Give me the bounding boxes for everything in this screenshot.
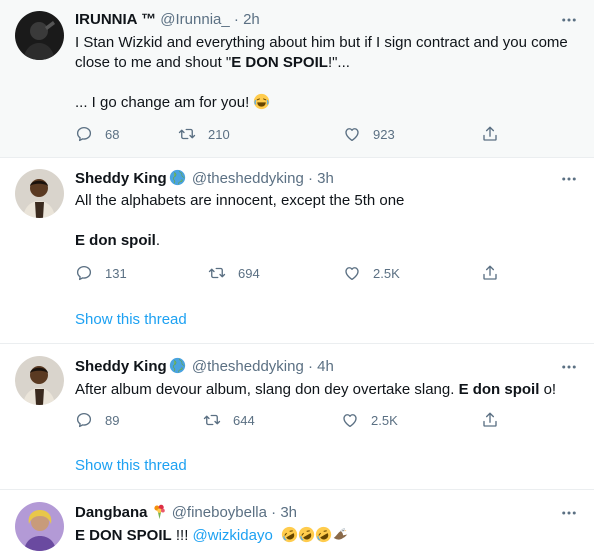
share-button[interactable] [481,124,499,144]
share-icon [481,125,499,143]
retweet-icon [203,411,221,429]
tweet-text-line: E DON SPOIL !!! @wizkidayo [75,526,574,546]
user-handle[interactable]: @fineboybella [172,504,267,521]
more-icon[interactable] [558,10,580,30]
laughing-emoji-icon [253,93,270,110]
avatar[interactable] [15,11,64,60]
retweet-icon [178,125,196,143]
share-button[interactable] [481,263,499,283]
bouquet-emoji-icon [151,503,168,520]
avatar[interactable] [15,502,64,551]
retweet-count: 694 [238,265,260,281]
avatar[interactable] [15,356,64,405]
like-count: 2.5K [373,265,400,281]
like-button[interactable]: 2.5K [343,263,400,283]
like-icon [343,125,361,143]
timestamp[interactable]: 3h [317,170,334,187]
more-icon[interactable] [558,357,580,377]
like-icon [343,264,361,282]
reply-icon [75,125,93,143]
reply-button[interactable]: 68 [75,124,119,144]
tweet-text-line: After album devour album, slang don dey … [75,381,557,398]
tweet-irunnia[interactable]: IRUNNIA ™ @Irunnia_ · 2h I Stan Wizkid a… [0,0,594,158]
tweet-text-line: ... I go change am for you! [75,93,574,113]
globe-icon [169,169,186,186]
rofl-emoji-icon [298,526,315,543]
like-count: 923 [373,126,395,142]
rofl-emoji-icon [281,526,298,543]
like-button[interactable]: 2.5K [341,410,398,430]
share-icon [481,411,499,429]
separator: · [307,170,313,187]
tweet-sheddyking-2[interactable]: Sheddy King @thesheddyking · 4h After al… [0,344,594,490]
rofl-emoji-icon [315,526,332,543]
retweet-button[interactable]: 210 [178,124,230,144]
retweet-button[interactable]: 694 [208,263,260,283]
tweet-header: Sheddy King @thesheddyking · 4h [75,357,554,377]
retweet-count: 644 [233,412,255,428]
tweet-header: Dangbana @fineboybella · 3h [75,503,554,523]
like-button[interactable]: 923 [343,124,395,144]
reply-count: 131 [105,265,127,281]
tweet-text-line: I Stan Wizkid and everything about him b… [75,34,568,51]
reply-icon [75,264,93,282]
tweet-text: E DON SPOIL !!! @wizkidayo [75,526,574,546]
retweet-count: 210 [208,126,230,142]
more-icon[interactable] [558,169,580,189]
show-thread-link[interactable]: Show this thread [75,456,187,476]
share-button[interactable] [481,410,499,430]
user-handle[interactable]: @thesheddyking [192,358,304,375]
display-name[interactable]: Sheddy King [75,358,167,375]
separator: · [233,11,239,28]
display-name[interactable]: IRUNNIA ™ [75,11,156,28]
tweet-text: All the alphabets are innocent, except t… [75,191,574,251]
avatar[interactable] [15,169,64,218]
separator: · [307,358,313,375]
tweet-text: I Stan Wizkid and everything about him b… [75,33,574,113]
tweet-text: After album devour album, slang don dey … [75,380,574,400]
like-icon [341,411,359,429]
show-thread-link[interactable]: Show this thread [75,310,187,330]
reply-count: 68 [105,126,120,142]
reply-button[interactable]: 131 [75,263,127,283]
tweet-text-line: All the alphabets are innocent, except t… [75,192,405,209]
timestamp[interactable]: 3h [280,504,297,521]
user-handle[interactable]: @Irunnia_ [160,11,229,28]
display-name[interactable]: Dangbana [75,504,148,521]
tweet-sheddyking-1[interactable]: Sheddy King @thesheddyking · 3h All the … [0,158,594,344]
tweet-actions: 89 644 2.5K [75,410,515,430]
reply-count: 89 [105,412,120,428]
timestamp[interactable]: 2h [243,11,260,28]
tweet-text-line: E don spoil. [75,232,161,249]
reply-button[interactable]: 89 [75,410,119,430]
user-handle[interactable]: @thesheddyking [192,170,304,187]
tweet-header: Sheddy King @thesheddyking · 3h [75,169,554,189]
more-icon[interactable] [558,503,580,523]
timestamp[interactable]: 4h [317,358,334,375]
tweet-actions: 131 694 2.5K [75,263,515,283]
retweet-icon [208,264,226,282]
tweet-actions: 68 210 923 [75,124,515,144]
like-count: 2.5K [371,412,398,428]
tweet-text-line: close to me and shout "E DON SPOIL!"... [75,54,350,71]
share-icon [481,264,499,282]
tweet-header: IRUNNIA ™ @Irunnia_ · 2h [75,10,554,30]
separator: · [271,504,277,521]
display-name[interactable]: Sheddy King [75,170,167,187]
globe-icon [169,357,186,374]
reply-icon [75,411,93,429]
retweet-button[interactable]: 644 [203,410,255,430]
mention-link[interactable]: @wizkidayo [193,527,273,544]
eagle-emoji-icon [332,526,349,543]
